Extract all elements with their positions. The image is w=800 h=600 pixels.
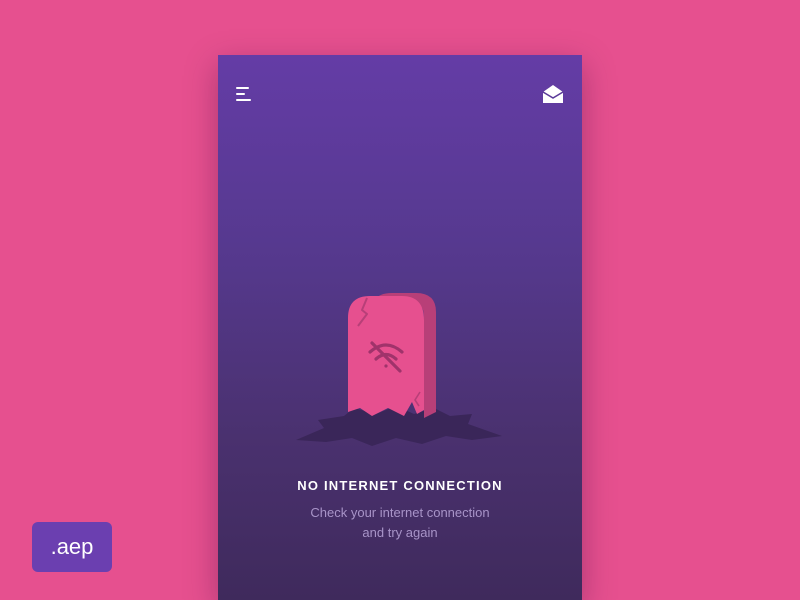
error-description-line-2: and try again xyxy=(362,525,438,540)
phone-screen: NO INTERNET CONNECTION Check your intern… xyxy=(218,55,582,600)
menu-icon[interactable] xyxy=(236,86,254,102)
broken-tombstone-no-wifi-icon xyxy=(296,293,502,446)
envelope-open-icon[interactable] xyxy=(542,84,564,104)
file-type-badge: .aep xyxy=(32,522,112,572)
error-description: Check your internet connection and try a… xyxy=(218,503,582,543)
error-description-line-1: Check your internet connection xyxy=(310,505,490,520)
error-title: NO INTERNET CONNECTION xyxy=(297,478,503,493)
